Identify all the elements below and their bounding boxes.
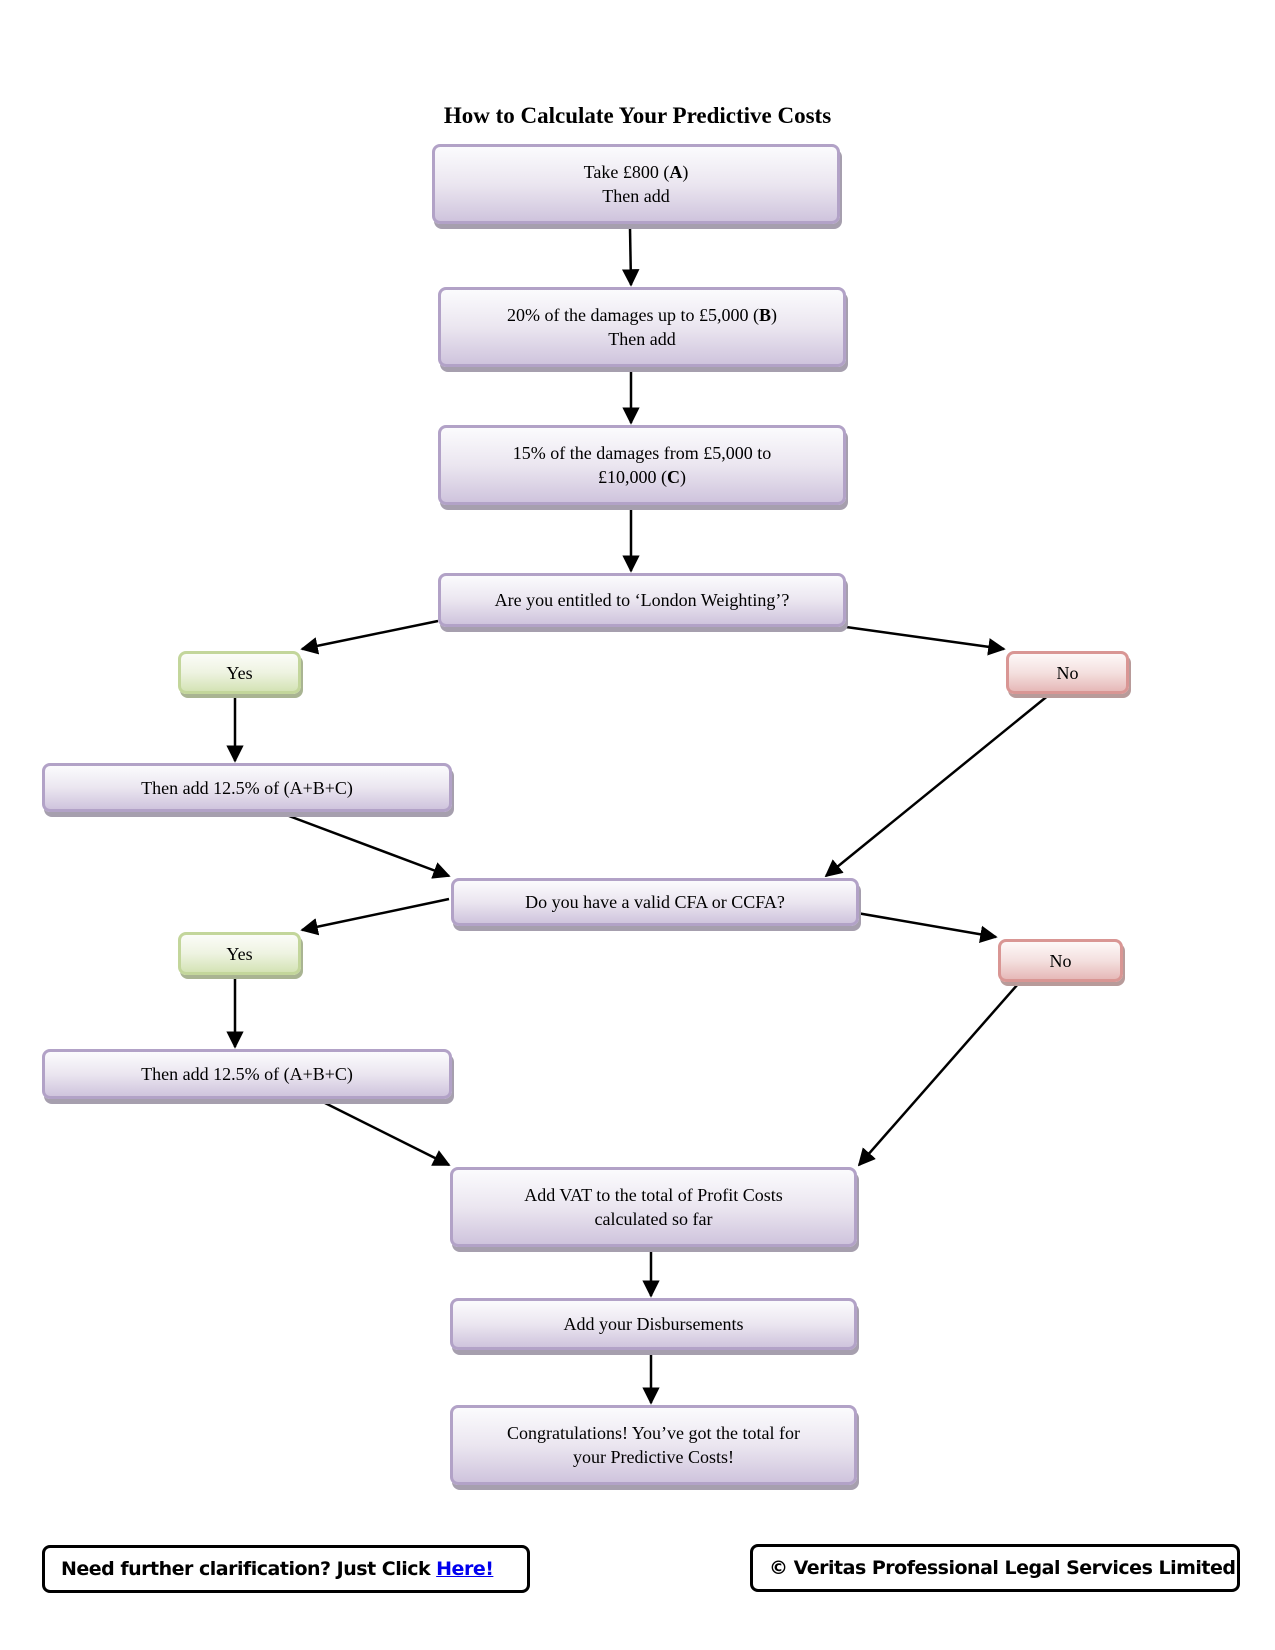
arrow-add2-to-vat	[304, 1091, 451, 1167]
london-weighting-question: Are you entitled to ‘London Weighting’?	[438, 573, 846, 627]
arrow-london-to-yes	[300, 619, 439, 655]
arrow-start-to-b	[621, 227, 640, 287]
cfa-yes-node: Yes	[178, 932, 301, 975]
london-add-step: Then add 12.5% of (A+B+C)	[42, 763, 452, 812]
arrow-cfa-to-no	[856, 911, 998, 943]
final-step: Congratulations! You’ve got the total fo…	[450, 1405, 857, 1485]
start-step-text-end: )	[682, 162, 689, 182]
step-b-then: Then add	[608, 329, 676, 349]
london-weighting-question-label: Are you entitled to ‘London Weighting’?	[494, 590, 790, 610]
vat-step-line1: Add VAT to the total of Profit Costs	[524, 1185, 783, 1205]
arrow-no-to-cfa	[824, 693, 1051, 878]
london-no-label: No	[1056, 662, 1079, 683]
cfa-no-node: No	[998, 939, 1123, 982]
step-b: 20% of the damages up to £5,000 (B) Then…	[438, 287, 846, 367]
arrow-no2-to-vat	[857, 975, 1026, 1167]
london-add-label: Then add 12.5% of (A+B+C)	[141, 777, 353, 798]
step-b-variable: B	[758, 305, 771, 325]
disbursements-label: Add your Disbursements	[563, 1314, 744, 1334]
london-no-node: No	[1006, 651, 1129, 694]
help-box: Need further clarification? Just Click H…	[42, 1545, 530, 1593]
cfa-no-label: No	[1049, 950, 1072, 971]
start-step: Take £800 (A) Then add	[432, 144, 840, 224]
arrow-cfa-to-yes	[300, 897, 450, 936]
start-step-then: Then add	[602, 186, 670, 206]
arrow-add-to-cfa	[288, 814, 451, 879]
london-yes-label: Yes	[226, 662, 253, 683]
disbursements-step: Add your Disbursements	[450, 1298, 857, 1350]
final-step-line2: your Predictive Costs!	[573, 1447, 734, 1467]
flow-connectors	[226, 227, 1051, 1405]
step-c-variable: C	[666, 467, 680, 487]
cfa-question: Do you have a valid CFA or CCFA?	[451, 878, 859, 926]
cfa-question-label: Do you have a valid CFA or CCFA?	[525, 892, 785, 912]
vat-step: Add VAT to the total of Profit Costs cal…	[450, 1167, 857, 1247]
copyright-box: © Veritas Professional Legal Services Li…	[750, 1544, 1240, 1592]
step-c-text-end: )	[679, 467, 686, 487]
cfa-add-label: Then add 12.5% of (A+B+C)	[141, 1064, 353, 1084]
help-link[interactable]: Here!	[436, 1558, 494, 1580]
step-b-text-end: )	[770, 305, 777, 325]
vat-step-line2: calculated so far	[594, 1209, 713, 1229]
cfa-yes-label: Yes	[226, 943, 253, 964]
step-c: 15% of the damages from £5,000 to £10,00…	[438, 425, 846, 505]
final-step-line1: Congratulations! You’ve got the total fo…	[507, 1423, 800, 1443]
cfa-add-step: Then add 12.5% of (A+B+C)	[42, 1049, 452, 1099]
step-c-text: 15% of the damages from £5,000 to	[512, 443, 772, 463]
london-yes-node: Yes	[178, 651, 301, 694]
copyright-text: © Veritas Professional Legal Services Li…	[769, 1557, 1236, 1579]
step-c-text-2: £10,000 (	[597, 467, 667, 487]
start-step-text: Take £800 (	[583, 162, 670, 182]
start-step-variable: A	[669, 162, 683, 182]
help-text: Need further clarification? Just Click	[61, 1558, 431, 1580]
arrow-london-to-no	[845, 625, 1006, 656]
step-b-text: 20% of the damages up to £5,000 (	[507, 305, 759, 325]
